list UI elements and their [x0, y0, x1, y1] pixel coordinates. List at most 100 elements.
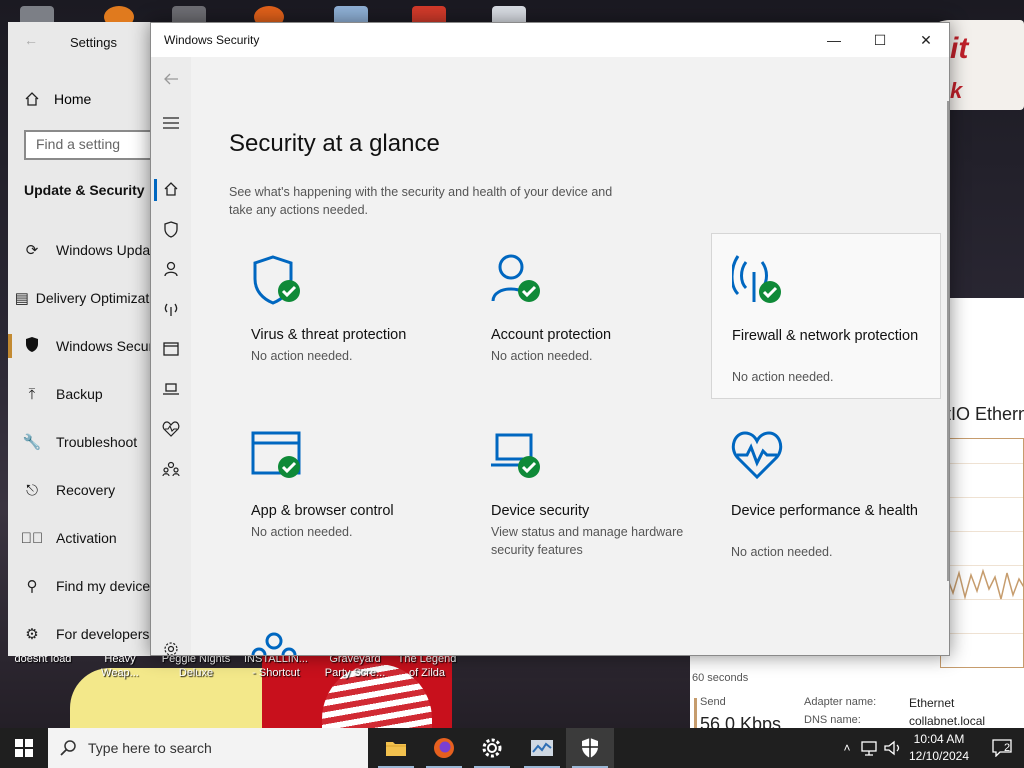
close-button[interactable]: ✕ [903, 23, 949, 57]
person-icon [164, 261, 178, 277]
tile-name: App & browser control [251, 503, 394, 519]
tile-account-protection[interactable]: Account protection No action needed. [471, 233, 701, 399]
tile-status: No action needed. [731, 545, 833, 559]
taskbar: Type here to search ˄ 10:04 AM 12/10/202… [0, 728, 1024, 768]
nav-firewall[interactable] [151, 291, 191, 327]
title-bar[interactable]: Windows Security — ☐ ✕ [151, 23, 949, 57]
window-title: Windows Security [164, 33, 260, 47]
sidebar-item-label: Activation [56, 530, 117, 546]
nav-device-security[interactable] [151, 371, 191, 407]
clock-date: 12/10/2024 [908, 749, 970, 763]
desktop-icon-label[interactable]: The Legend of Zilda [394, 652, 460, 680]
shield-icon [582, 738, 598, 758]
clock[interactable]: 10:04 AM 12/10/2024 [898, 731, 980, 765]
minimize-button[interactable]: — [811, 23, 857, 57]
gear-icon [482, 738, 502, 758]
nav-virus-protection[interactable] [151, 211, 191, 247]
taskbar-windows-security[interactable] [566, 728, 614, 768]
family-icon [162, 461, 180, 477]
delivery-icon: ▤ [14, 290, 29, 307]
shield-icon [8, 336, 56, 357]
sidebar-item-activation[interactable]: ✓⃝ Activation [8, 518, 168, 558]
settings-window: ← Settings Home Find a setting Update & … [8, 22, 168, 656]
tile-app-browser-control[interactable]: App & browser control No action needed. [231, 409, 461, 575]
main-content: Security at a glance See what's happenin… [191, 57, 949, 656]
back-arrow-icon[interactable]: ← [24, 32, 38, 48]
activation-icon: ✓⃝ [20, 529, 44, 547]
tile-firewall-network-protection[interactable]: Firewall & network protection No action … [711, 233, 941, 399]
navigation-rail [151, 57, 191, 655]
desktop-icon-label[interactable]: Graveyard Party Scre... [316, 652, 394, 680]
antenna-icon [164, 303, 178, 316]
send-indicator [694, 698, 697, 728]
taskbar-search-box[interactable]: Type here to search [48, 728, 368, 768]
sidebar-item-backup[interactable]: ⤒ Backup [8, 374, 168, 414]
gear-icon [164, 642, 178, 655]
adapter-name-value: Ethernet [909, 696, 955, 710]
network-icon[interactable] [860, 740, 878, 756]
desktop-icon-labels: doesnt load Heavy Weap... Peggle Nights … [0, 652, 460, 682]
tile-name: Account protection [491, 327, 612, 343]
desktop-icon-label[interactable]: Heavy Weap... [88, 652, 152, 680]
backup-icon: ⤒ [28, 385, 36, 403]
heart-pulse-icon [162, 421, 180, 437]
tile-virus-threat-protection[interactable]: Virus & threat protection No action need… [231, 233, 461, 399]
tile-status: No action needed. [251, 525, 353, 539]
banner-text: it [950, 32, 969, 65]
sidebar-item-windows-security[interactable]: Windows Security [8, 326, 168, 366]
sidebar-item-delivery-optimization[interactable]: ▤ Delivery Optimization [8, 278, 168, 318]
sidebar-item-label: Windows Update [56, 242, 162, 258]
tile-status: View status and manage hardware security… [491, 525, 684, 557]
desktop-icon-label[interactable]: INSTALLIN... - Shortcut [236, 652, 316, 680]
sidebar-item-find-my-device[interactable]: ⚲ Find my device [8, 566, 168, 606]
shield-icon [164, 220, 178, 238]
menu-button[interactable] [151, 105, 191, 141]
throughput-graph [940, 438, 1024, 668]
taskbar-file-explorer[interactable] [372, 728, 420, 768]
nav-family-options[interactable] [151, 451, 191, 487]
tile-status: No action needed. [491, 349, 593, 363]
send-label: Send [700, 696, 726, 708]
laptop-check-icon [491, 433, 540, 478]
taskbar-firefox[interactable] [420, 728, 468, 768]
folder-icon [386, 742, 406, 756]
nav-app-browser[interactable] [151, 331, 191, 367]
settings-search-input[interactable]: Find a setting [24, 130, 160, 160]
search-placeholder: Type here to search [88, 740, 212, 756]
tile-name: Device performance & health [731, 503, 918, 519]
home-label: Home [54, 91, 92, 107]
graph-time-label: 60 seconds [692, 672, 749, 684]
sidebar-item-for-developers[interactable]: ⚙ For developers [8, 614, 168, 654]
start-button[interactable] [0, 728, 48, 768]
family-icon[interactable] [249, 631, 299, 656]
tile-name: Virus & threat protection [251, 327, 407, 343]
browser-icon [163, 342, 179, 356]
nav-home[interactable] [151, 171, 191, 207]
desktop-icon-label[interactable]: Peggle Nights Deluxe [156, 652, 236, 680]
taskbar-task-manager[interactable] [518, 728, 566, 768]
tile-device-performance-health[interactable]: Device performance & health No action ne… [711, 409, 941, 575]
sidebar-item-label: Delivery Optimization [35, 290, 168, 306]
adapter-title: rtIO Etherne [940, 404, 1024, 424]
home-nav-item[interactable]: Home [24, 88, 91, 110]
sidebar-item-windows-update[interactable]: ⟳ Windows Update [8, 230, 168, 270]
sidebar-item-troubleshoot[interactable]: 🔧 Troubleshoot [8, 422, 168, 462]
scrollbar[interactable] [947, 101, 949, 581]
wrench-icon: 🔧 [22, 434, 42, 451]
browser-check-icon [251, 431, 301, 478]
notification-center-button[interactable]: 2 [982, 728, 1022, 768]
nav-account-protection[interactable] [151, 251, 191, 287]
back-button[interactable] [151, 61, 191, 97]
nav-settings[interactable] [151, 631, 191, 655]
sidebar-item-recovery[interactable]: ⎋ Recovery [8, 470, 168, 510]
maximize-button[interactable]: ☐ [857, 23, 903, 57]
chevron-up-icon[interactable]: ˄ [838, 741, 856, 755]
adapter-name-label: Adapter name: [804, 696, 877, 708]
throughput-line [941, 568, 1024, 600]
tile-status: No action needed. [251, 349, 353, 363]
banner-text: k [950, 78, 963, 103]
nav-device-performance[interactable] [151, 411, 191, 447]
tile-device-security[interactable]: Device security View status and manage h… [471, 409, 701, 575]
task-manager-icon [531, 740, 553, 756]
taskbar-settings[interactable] [468, 728, 516, 768]
